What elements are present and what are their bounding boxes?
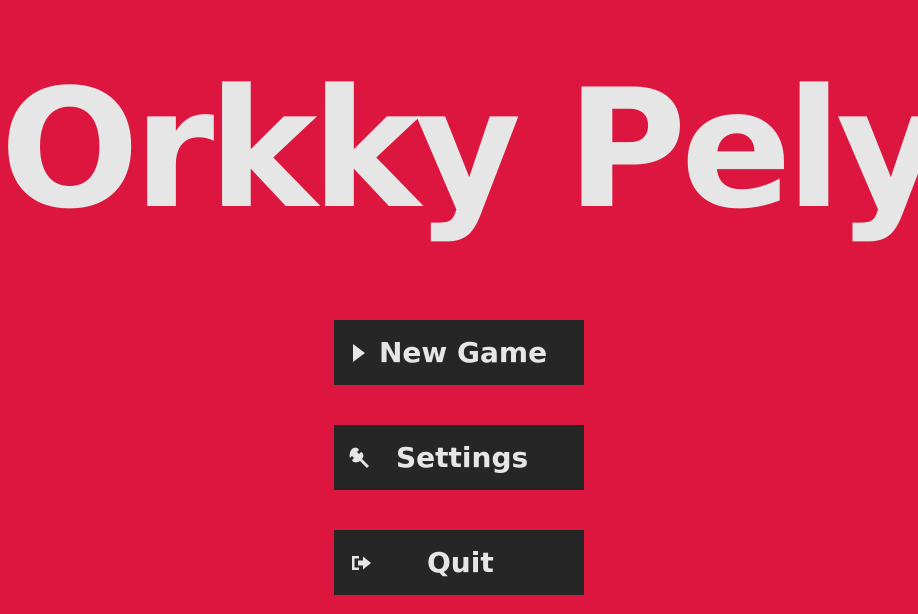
new-game-button[interactable]: New Game (334, 320, 584, 385)
new-game-label: New Game (379, 336, 548, 369)
wrench-icon (349, 425, 373, 490)
settings-button[interactable]: Settings (334, 425, 584, 490)
settings-label: Settings (396, 441, 529, 474)
game-title: Orkky Pely (0, 54, 918, 245)
quit-button[interactable]: Quit (334, 530, 584, 595)
exit-icon (351, 530, 373, 595)
quit-label: Quit (427, 546, 494, 579)
play-icon (353, 320, 365, 385)
